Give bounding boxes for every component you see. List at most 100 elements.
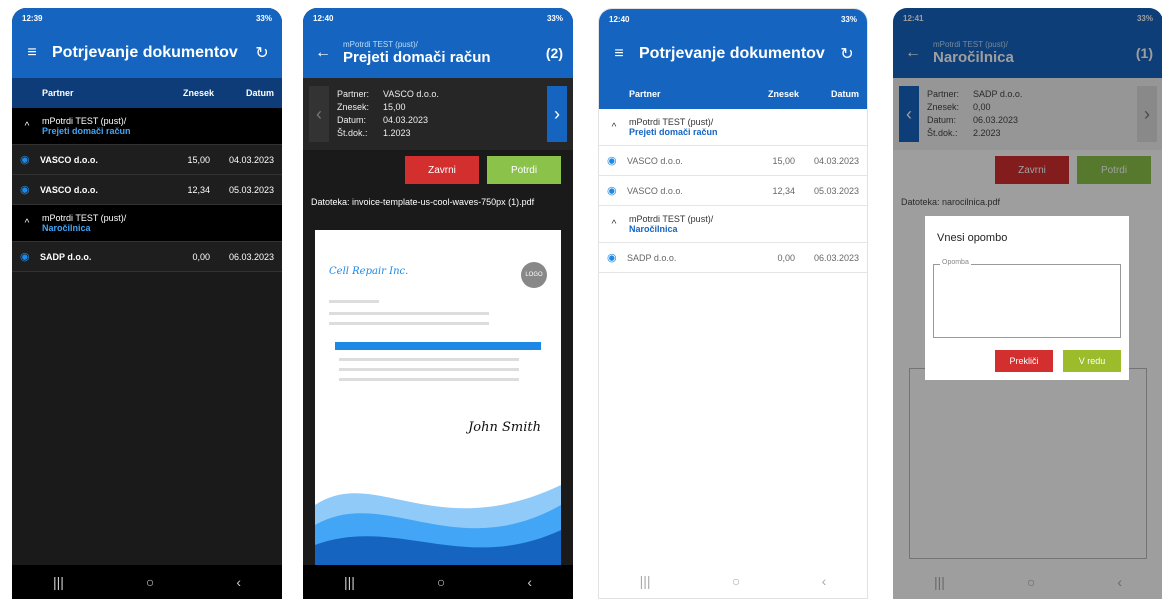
home-button[interactable]: ○ — [732, 573, 740, 589]
row-date: 04.03.2023 — [813, 155, 859, 166]
group-doctype: Naročilnica — [42, 223, 91, 233]
invoice-table-header — [335, 342, 541, 350]
menu-icon[interactable]: ≡ — [609, 45, 629, 63]
back-button[interactable]: ‹ — [822, 573, 827, 589]
invoice-preview[interactable]: Cell Repair Inc. LOGO John Smith — [315, 230, 561, 565]
note-dialog: Vnesi opombo Opomba Prekliči V redu — [925, 216, 1129, 380]
attachment-filename[interactable]: Datoteka: invoice-template-us-cool-waves… — [303, 190, 573, 214]
group-header[interactable]: ^ mPotrdi TEST (pust)/ Naročilnica — [599, 206, 867, 243]
table-row[interactable]: ◉ VASCO d.o.o. 12,34 05.03.2023 — [599, 176, 867, 206]
title-block: mPotrdi TEST (pust)/ Prejeti domači raču… — [343, 40, 536, 66]
chevron-up-icon: ^ — [611, 218, 617, 230]
status-battery: 33% — [840, 14, 857, 24]
status-battery: 33% — [255, 13, 272, 23]
row-amount: 15,00 — [772, 155, 795, 166]
eye-icon[interactable]: ◉ — [607, 251, 627, 264]
row-date: 06.03.2023 — [228, 251, 274, 262]
invoice-text-line — [329, 322, 489, 325]
table-row[interactable]: ◉ VASCO d.o.o. 15,00 04.03.2023 — [12, 145, 282, 175]
app-bar: ≡ Potrjevanje dokumentov ↻ — [599, 29, 867, 79]
invoice-text-line — [339, 358, 519, 361]
column-partner[interactable]: Partner — [20, 88, 154, 98]
group-doctype: Prejeti domači račun — [629, 127, 718, 137]
back-arrow-icon[interactable]: ← — [313, 44, 333, 62]
phone-screen-detail-dark: 12:40 33% ← mPotrdi TEST (pust)/ Prejeti… — [303, 8, 573, 599]
group-company: mPotrdi TEST (pust)/ — [42, 116, 127, 126]
dialog-title: Vnesi opombo — [937, 232, 1008, 244]
row-partner: SADP d.o.o. — [627, 252, 677, 263]
eye-icon[interactable]: ◉ — [20, 153, 40, 166]
cancel-button[interactable]: Prekliči — [995, 350, 1053, 372]
row-partner: VASCO d.o.o. — [40, 184, 98, 195]
label-amount: Znesek: — [337, 102, 370, 112]
value-docnum: 1.2023 — [383, 128, 411, 138]
invoice-text-line — [339, 368, 519, 371]
row-amount: 15,00 — [187, 154, 210, 165]
row-amount: 12,34 — [187, 184, 210, 195]
row-amount: 0,00 — [777, 252, 795, 263]
eye-icon[interactable]: ◉ — [607, 184, 627, 197]
app-bar: ≡ Potrjevanje dokumentov ↻ — [12, 28, 282, 78]
reject-button[interactable]: Zavrni — [405, 156, 479, 184]
nav-bar: ||| ○ ‹ — [599, 564, 867, 598]
chevron-up-icon: ^ — [24, 120, 30, 132]
home-button[interactable]: ○ — [146, 574, 154, 590]
value-amount: 15,00 — [383, 102, 406, 112]
group-header[interactable]: ^ mPotrdi TEST (pust)/ Prejeti domači ra… — [12, 108, 282, 145]
recent-apps-button[interactable]: ||| — [640, 573, 651, 589]
confirm-button[interactable]: Potrdi — [487, 156, 561, 184]
home-button[interactable]: ○ — [437, 574, 445, 590]
recent-apps-button[interactable]: ||| — [344, 574, 355, 590]
row-date: 05.03.2023 — [813, 185, 859, 196]
refresh-icon[interactable]: ↻ — [252, 43, 272, 63]
row-date: 05.03.2023 — [228, 184, 274, 195]
row-partner: VASCO d.o.o. — [627, 185, 683, 196]
group-company: mPotrdi TEST (pust)/ — [629, 117, 714, 127]
eye-icon[interactable]: ◉ — [20, 250, 40, 263]
group-company: mPotrdi TEST (pust)/ — [629, 214, 714, 224]
menu-icon[interactable]: ≡ — [22, 44, 42, 62]
refresh-icon[interactable]: ↻ — [837, 44, 857, 64]
column-partner[interactable]: Partner — [607, 89, 739, 99]
table-row[interactable]: ◉ SADP d.o.o. 0,00 06.03.2023 — [599, 243, 867, 273]
action-buttons: Zavrni Potrdi — [303, 150, 573, 190]
document-count: (2) — [545, 45, 563, 61]
app-bar: ← mPotrdi TEST (pust)/ Prejeti domači ra… — [303, 28, 573, 78]
row-amount: 0,00 — [192, 251, 210, 262]
note-input[interactable]: Opomba — [933, 259, 1121, 338]
group-header[interactable]: ^ mPotrdi TEST (pust)/ Prejeti domači ra… — [599, 109, 867, 146]
row-date: 04.03.2023 — [228, 154, 274, 165]
value-date: 04.03.2023 — [383, 115, 429, 125]
column-date[interactable]: Datum — [799, 89, 859, 99]
column-amount[interactable]: Znesek — [739, 89, 799, 99]
column-amount[interactable]: Znesek — [154, 88, 214, 98]
label-partner: Partner: — [337, 89, 370, 99]
table-row[interactable]: ◉ SADP d.o.o. 0,00 06.03.2023 — [12, 242, 282, 272]
table-row[interactable]: ◉ VASCO d.o.o. 12,34 05.03.2023 — [12, 175, 282, 205]
group-header[interactable]: ^ mPotrdi TEST (pust)/ Naročilnica — [12, 205, 282, 242]
nav-bar: ||| ○ ‹ — [303, 565, 573, 599]
status-time: 12:40 — [313, 13, 334, 23]
chevron-right-icon[interactable]: › — [547, 86, 567, 142]
chevron-left-icon[interactable]: ‹ — [309, 86, 329, 142]
chevron-up-icon: ^ — [611, 121, 617, 133]
status-time: 12:40 — [609, 14, 630, 24]
recent-apps-button[interactable]: ||| — [53, 574, 64, 590]
row-date: 06.03.2023 — [813, 252, 859, 263]
document-info: Partner: VASCO d.o.o. Znesek: 15,00 Datum:… — [329, 88, 547, 140]
column-date[interactable]: Datum — [214, 88, 274, 98]
eye-icon[interactable]: ◉ — [20, 183, 40, 196]
back-button[interactable]: ‹ — [527, 574, 532, 590]
page-title: Potrjevanje dokumentov — [52, 44, 238, 61]
label-docnum: Št.dok.: — [337, 128, 368, 138]
document-summary: ‹ Partner: VASCO d.o.o. Znesek: 15,00 Datu… — [303, 78, 573, 150]
ok-button[interactable]: V redu — [1063, 350, 1121, 372]
invoice-text-line — [329, 300, 379, 303]
table-row[interactable]: ◉ VASCO d.o.o. 15,00 04.03.2023 — [599, 146, 867, 176]
invoice-text-line — [339, 378, 519, 381]
back-button[interactable]: ‹ — [236, 574, 241, 590]
eye-icon[interactable]: ◉ — [607, 154, 627, 167]
chevron-up-icon: ^ — [24, 217, 30, 229]
wave-decoration — [315, 485, 561, 565]
invoice-signature: John Smith — [468, 420, 541, 435]
